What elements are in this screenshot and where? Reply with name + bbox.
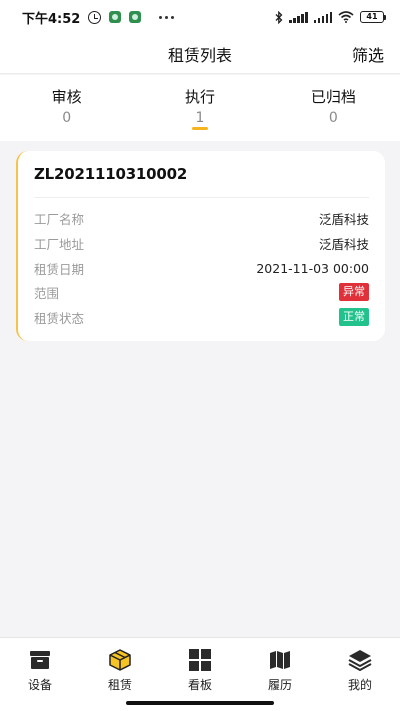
app-badge-icon — [129, 11, 142, 23]
battery-level: 41 — [360, 11, 384, 23]
tab-review[interactable]: 审核 0 — [0, 75, 133, 141]
info-label: 租赁日期 — [34, 261, 85, 277]
tab-label: 审核 — [51, 88, 82, 106]
info-value: 2021-11-03 00:00 — [256, 260, 369, 276]
active-tab-indicator — [191, 127, 208, 130]
nav-item-devices[interactable]: 设备 — [0, 638, 80, 711]
status-time: 下午4:52 — [22, 11, 81, 27]
app-badge-icon — [109, 11, 122, 23]
info-value: 泛盾科技 — [318, 211, 369, 227]
status-badge-normal: 正常 — [339, 308, 369, 326]
tab-count: 0 — [328, 110, 338, 126]
nav-label: 看板 — [187, 678, 212, 692]
nav-label: 履历 — [267, 678, 292, 692]
lease-card[interactable]: ZL2021110310002 工厂名称 泛盾科技 工厂地址 泛盾科技 租赁日期… — [16, 151, 385, 341]
nav-label: 我的 — [347, 678, 372, 692]
grid-icon — [187, 648, 213, 672]
status-bar: 下午4:52 41 — [0, 0, 400, 34]
signal-hd-icon — [313, 11, 332, 23]
wifi-icon — [338, 11, 354, 23]
info-label: 范围 — [34, 285, 60, 301]
home-indicator — [126, 701, 274, 705]
lease-id: ZL2021110310002 — [34, 165, 188, 183]
status-left: 下午4:52 — [22, 8, 175, 27]
page-title: 租赁列表 — [167, 45, 232, 65]
nav-label: 设备 — [27, 678, 52, 692]
tab-label: 已归档 — [310, 88, 356, 106]
inbox-icon — [27, 648, 53, 672]
tab-label: 执行 — [184, 88, 215, 106]
alarm-icon — [88, 10, 102, 24]
signal-icon — [289, 11, 308, 23]
info-value: 泛盾科技 — [318, 236, 369, 252]
battery-tip — [384, 14, 386, 20]
status-right: 41 — [275, 10, 386, 24]
card-divider — [34, 197, 369, 198]
info-label: 租赁状态 — [34, 310, 85, 326]
lease-status-row: 租赁状态 正常 — [34, 307, 369, 327]
tab-count: 0 — [62, 110, 72, 126]
screen: 下午4:52 41 租赁列表 筛选 审核 0 执行 1 已归档 0 ZL2021… — [0, 0, 400, 711]
layers-icon — [347, 648, 373, 672]
more-dots-icon — [159, 15, 175, 19]
box-icon — [107, 648, 133, 672]
map-icon — [267, 648, 293, 672]
tab-archived[interactable]: 已归档 0 — [267, 75, 400, 141]
range-row: 范围 异常 — [34, 282, 369, 302]
factory-name-row: 工厂名称 泛盾科技 — [34, 208, 369, 228]
status-badge-abnormal: 异常 — [339, 283, 369, 301]
filter-button[interactable]: 筛选 — [352, 42, 384, 66]
nav-item-mine[interactable]: 我的 — [320, 638, 400, 711]
bottom-nav: 设备 租赁 看板 履历 我的 — [0, 637, 400, 711]
battery-icon: 41 — [360, 11, 386, 23]
lease-date-row: 租赁日期 2021-11-03 00:00 — [34, 258, 369, 278]
tab-count: 1 — [195, 110, 205, 126]
factory-address-row: 工厂地址 泛盾科技 — [34, 233, 369, 253]
bluetooth-icon — [275, 10, 283, 24]
status-tabs: 审核 0 执行 1 已归档 0 — [0, 75, 400, 141]
tab-executing[interactable]: 执行 1 — [133, 75, 266, 141]
nav-label: 租赁 — [107, 678, 132, 692]
info-label: 工厂名称 — [34, 211, 85, 227]
info-label: 工厂地址 — [34, 236, 85, 252]
title-bar: 租赁列表 筛选 — [0, 34, 400, 74]
